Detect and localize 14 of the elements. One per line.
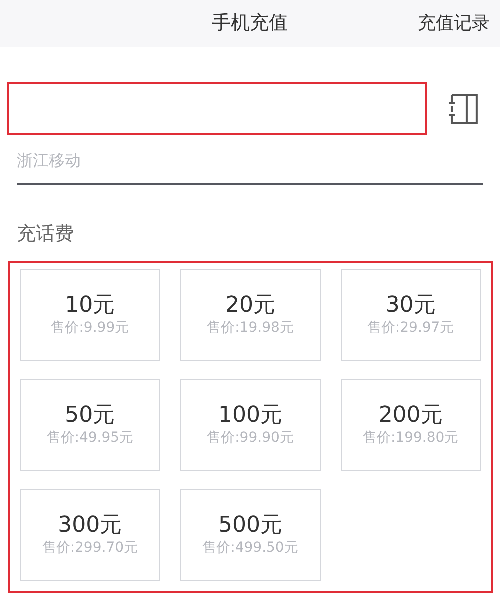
amount-option[interactable]: 500元 售价:499.50元 bbox=[180, 488, 321, 580]
amount-option[interactable]: 100元 售价:99.90元 bbox=[180, 378, 321, 470]
recharge-history-link[interactable]: 充值记录 bbox=[418, 10, 490, 37]
amount-option[interactable]: 200元 售价:199.80元 bbox=[340, 378, 481, 470]
amount-option[interactable]: 10元 售价:9.99元 bbox=[20, 268, 160, 360]
page-title: 手机充值 bbox=[212, 11, 288, 36]
amount-option[interactable]: 300元 售价:299.70元 bbox=[20, 488, 160, 580]
phone-field[interactable] bbox=[7, 82, 428, 135]
contact-book-icon[interactable] bbox=[446, 92, 478, 124]
amount-option[interactable]: 30元 售价:29.97元 bbox=[340, 268, 481, 360]
section-title: 充话费 bbox=[17, 223, 74, 245]
amount-option[interactable]: 50元 售价:49.95元 bbox=[20, 378, 160, 470]
amount-option[interactable]: 20元 售价:19.98元 bbox=[180, 268, 321, 360]
carrier-label: 浙江移动 bbox=[17, 151, 81, 170]
